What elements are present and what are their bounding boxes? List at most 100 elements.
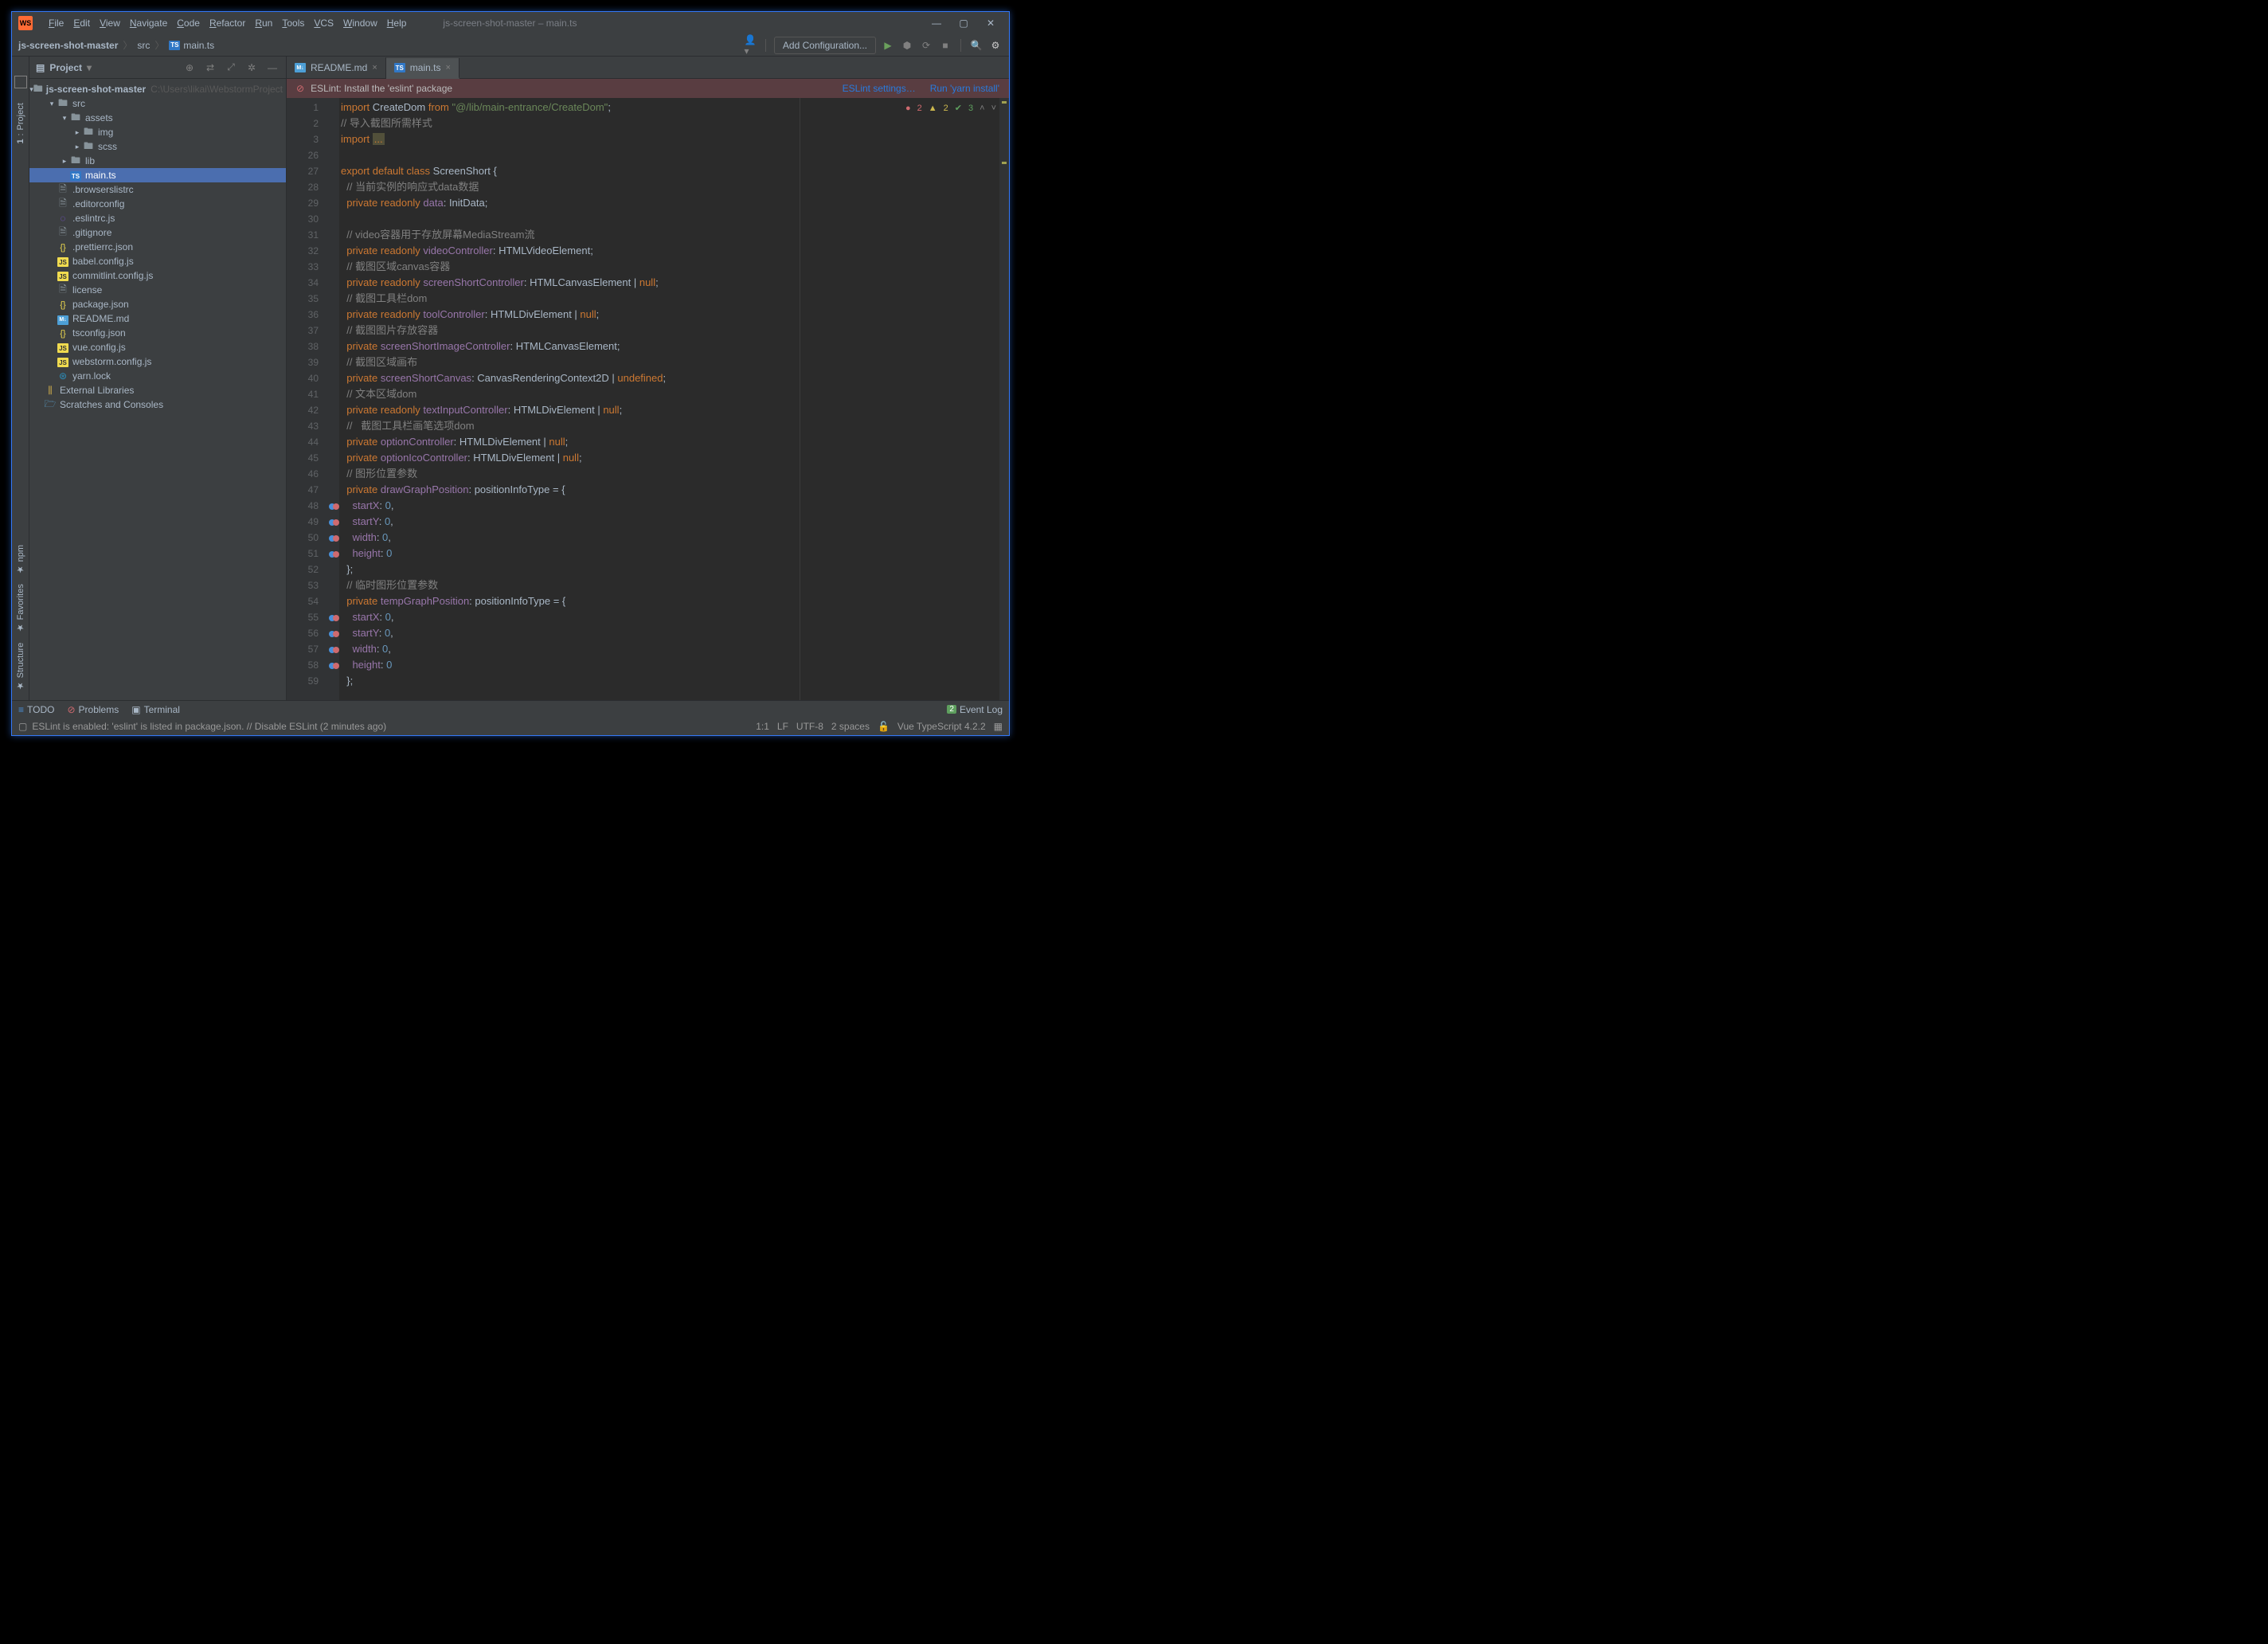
breadcrumb-item[interactable]: src bbox=[137, 40, 150, 51]
editor-tab[interactable]: TSmain.ts× bbox=[386, 58, 459, 79]
tree-item[interactable]: JSwebstorm.config.js bbox=[29, 354, 286, 369]
search-icon[interactable]: 🔍 bbox=[969, 40, 983, 51]
todo-tool[interactable]: ≡ TODO bbox=[18, 704, 54, 715]
tree-item[interactable]: ◌.eslintrc.js bbox=[29, 211, 286, 225]
tab-close-icon[interactable]: × bbox=[445, 63, 450, 72]
tree-arrow-icon[interactable] bbox=[47, 358, 57, 366]
eslint-settings-link[interactable]: ESLint settings… bbox=[843, 83, 916, 94]
breadcrumb-item[interactable]: js-screen-shot-master bbox=[18, 40, 118, 51]
menu-window[interactable]: Window bbox=[338, 18, 382, 29]
tree-item[interactable]: ⫼External Libraries bbox=[29, 383, 286, 397]
tree-item[interactable]: {}package.json bbox=[29, 297, 286, 311]
tree-item[interactable]: ▸🖿lib bbox=[29, 154, 286, 168]
panel-settings-icon[interactable]: ✲ bbox=[244, 61, 259, 73]
tree-item[interactable]: JScommitlint.config.js bbox=[29, 268, 286, 283]
project-tree[interactable]: ▾🖿js-screen-shot-masterC:\Users\likai\We… bbox=[29, 79, 286, 700]
menu-view[interactable]: View bbox=[95, 18, 125, 29]
run-configuration-select[interactable]: Add Configuration... bbox=[774, 37, 876, 54]
tree-arrow-icon[interactable] bbox=[47, 257, 57, 265]
language-service[interactable]: Vue TypeScript 4.2.2 bbox=[897, 721, 986, 732]
tree-arrow-icon[interactable] bbox=[47, 300, 57, 308]
tree-arrow-icon[interactable] bbox=[47, 329, 57, 337]
chevron-down-icon[interactable]: ˅ bbox=[991, 104, 996, 113]
file-encoding[interactable]: UTF-8 bbox=[796, 721, 823, 732]
tree-arrow-icon[interactable] bbox=[47, 286, 57, 294]
tree-arrow-icon[interactable] bbox=[47, 214, 57, 222]
editor-tab[interactable]: M↓README.md× bbox=[287, 57, 386, 78]
indent-setting[interactable]: 2 spaces bbox=[831, 721, 870, 732]
tree-arrow-icon[interactable]: ▾ bbox=[60, 114, 69, 123]
tree-arrow-icon[interactable] bbox=[47, 200, 57, 208]
menu-edit[interactable]: Edit bbox=[68, 18, 95, 29]
tree-item[interactable]: 🗎license bbox=[29, 283, 286, 297]
menu-help[interactable]: Help bbox=[382, 18, 412, 29]
tab-close-icon[interactable]: × bbox=[372, 63, 377, 72]
run-icon[interactable]: ▶ bbox=[881, 40, 895, 51]
rail-npm[interactable]: ★ npm bbox=[15, 545, 25, 574]
tree-arrow-icon[interactable]: ▾ bbox=[47, 100, 57, 108]
tree-arrow-icon[interactable]: ▸ bbox=[72, 128, 82, 137]
tree-item[interactable]: ▾🖿src bbox=[29, 96, 286, 111]
eslint-run-install-link[interactable]: Run 'yarn install' bbox=[930, 83, 999, 94]
tree-arrow-icon[interactable] bbox=[60, 171, 69, 179]
problems-tool[interactable]: ⊘ Problems bbox=[67, 704, 119, 715]
tree-arrow-icon[interactable] bbox=[34, 386, 44, 394]
caret-position[interactable]: 1:1 bbox=[756, 721, 769, 732]
tree-arrow-icon[interactable] bbox=[47, 272, 57, 280]
tree-arrow-icon[interactable] bbox=[34, 401, 44, 409]
project-tool-icon[interactable] bbox=[14, 76, 27, 88]
coverage-icon[interactable]: ⟳ bbox=[919, 40, 933, 51]
tree-item[interactable]: ▾🖿assets bbox=[29, 111, 286, 125]
locate-icon[interactable]: ⊕ bbox=[182, 61, 197, 73]
menu-code[interactable]: Code bbox=[172, 18, 205, 29]
tree-arrow-icon[interactable] bbox=[47, 243, 57, 251]
tree-arrow-icon[interactable] bbox=[47, 372, 57, 380]
inspection-summary[interactable]: ●2 ▲2 ✔3 ˄ ˅ bbox=[904, 103, 998, 113]
user-icon[interactable]: 👤▾ bbox=[743, 34, 757, 57]
menu-refactor[interactable]: Refactor bbox=[205, 18, 250, 29]
tree-item[interactable]: 🗎.browserslistrc bbox=[29, 182, 286, 197]
tree-item[interactable]: ▾🖿js-screen-shot-masterC:\Users\likai\We… bbox=[29, 82, 286, 96]
debug-icon[interactable]: ⬢ bbox=[900, 40, 914, 51]
error-stripe[interactable] bbox=[999, 98, 1009, 700]
tree-item[interactable]: TSmain.ts bbox=[29, 168, 286, 182]
tree-arrow-icon[interactable] bbox=[47, 186, 57, 194]
code-editor[interactable]: import CreateDom from "@/lib/main-entran… bbox=[339, 98, 999, 700]
rail-favorites[interactable]: ★ Favorites bbox=[15, 584, 25, 632]
menu-run[interactable]: Run bbox=[250, 18, 277, 29]
close-button[interactable]: ✕ bbox=[985, 18, 996, 29]
tree-item[interactable]: 🗎.editorconfig bbox=[29, 197, 286, 211]
tree-item[interactable]: {}tsconfig.json bbox=[29, 326, 286, 340]
collapse-icon[interactable]: ⤢ bbox=[224, 61, 238, 73]
maximize-button[interactable]: ▢ bbox=[958, 18, 969, 29]
tree-arrow-icon[interactable] bbox=[47, 229, 57, 237]
readonly-icon[interactable]: 🔓 bbox=[878, 721, 890, 732]
tree-arrow-icon[interactable]: ▸ bbox=[72, 143, 82, 151]
tree-item[interactable]: 🗎.gitignore bbox=[29, 225, 286, 240]
tree-item[interactable]: JSbabel.config.js bbox=[29, 254, 286, 268]
expand-icon[interactable]: ⇄ bbox=[203, 61, 217, 73]
stop-icon[interactable]: ■ bbox=[938, 40, 952, 51]
menu-navigate[interactable]: Navigate bbox=[125, 18, 172, 29]
rail-structure[interactable]: ★ Structure bbox=[15, 642, 25, 691]
code-area[interactable]: 1232627282930313233343536373839404142434… bbox=[287, 98, 1009, 700]
tree-item[interactable]: ▸🖿img bbox=[29, 125, 286, 139]
tree-item[interactable]: JSvue.config.js bbox=[29, 340, 286, 354]
menu-file[interactable]: File bbox=[44, 18, 68, 29]
tree-item[interactable]: {}.prettierrc.json bbox=[29, 240, 286, 254]
settings-gear-icon[interactable]: ⚙ bbox=[988, 40, 1003, 51]
tree-arrow-icon[interactable] bbox=[47, 315, 57, 323]
line-separator[interactable]: LF bbox=[777, 721, 788, 732]
chevron-up-icon[interactable]: ˄ bbox=[980, 104, 984, 113]
event-log-tool[interactable]: 2 Event Log bbox=[947, 704, 1003, 715]
minimize-button[interactable]: — bbox=[931, 18, 942, 29]
rail-project-label[interactable]: 1: Project bbox=[16, 100, 25, 147]
status-hint-icon[interactable]: ▢ bbox=[18, 721, 27, 732]
memory-indicator-icon[interactable]: ▦ bbox=[994, 721, 1003, 732]
tree-item[interactable]: ⊛yarn.lock bbox=[29, 369, 286, 383]
tree-item[interactable]: 🗁Scratches and Consoles bbox=[29, 397, 286, 412]
menu-tools[interactable]: Tools bbox=[277, 18, 309, 29]
terminal-tool[interactable]: ▣ Terminal bbox=[131, 704, 180, 715]
breadcrumb-item[interactable]: TSmain.ts bbox=[169, 40, 214, 51]
tree-item[interactable]: ▸🖿scss bbox=[29, 139, 286, 154]
